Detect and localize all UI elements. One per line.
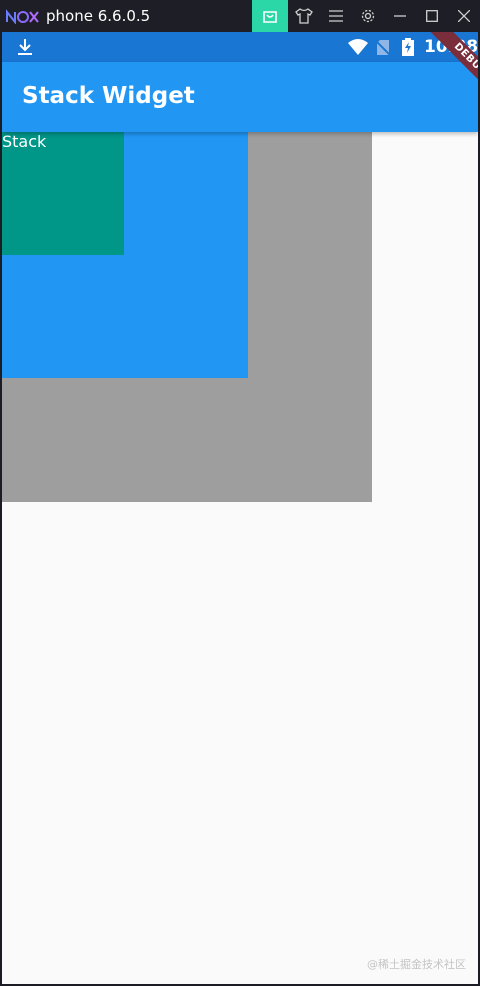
- status-clock: 10:38: [424, 37, 478, 57]
- nox-logo-icon: [6, 9, 39, 24]
- gear-icon: [361, 9, 375, 23]
- menu-button[interactable]: [320, 0, 352, 32]
- app-bar: Stack Widget: [2, 62, 478, 132]
- store-button[interactable]: [252, 0, 288, 32]
- page-title: Stack Widget: [22, 83, 195, 109]
- emulator-titlebar: phone 6.6.0.5: [0, 0, 480, 32]
- download-icon: [18, 39, 32, 55]
- menu-icon: [329, 10, 343, 22]
- emulator-window: phone 6.6.0.5 10:38 Stack Widget DEBUG S…: [0, 0, 480, 986]
- battery-charging-icon: [402, 38, 414, 56]
- minimize-button[interactable]: [384, 0, 416, 32]
- watermark: @稀土掘金技术社区: [367, 958, 466, 971]
- store-icon: [263, 11, 277, 23]
- phone-screen: 10:38 Stack Widget DEBUG Stack @稀土掘金技术社区: [2, 32, 478, 984]
- maximize-button[interactable]: [416, 0, 448, 32]
- close-button[interactable]: [448, 0, 480, 32]
- stack-label: Stack: [2, 132, 47, 151]
- theme-button[interactable]: [288, 0, 320, 32]
- maximize-icon: [426, 10, 438, 22]
- stack-widget: Stack: [2, 132, 372, 502]
- wifi-icon: [348, 39, 368, 55]
- status-bar: 10:38: [2, 32, 478, 62]
- close-icon: [458, 10, 470, 22]
- shirt-icon: [295, 8, 313, 24]
- no-sim-icon: [376, 40, 390, 56]
- minimize-icon: [394, 15, 406, 17]
- settings-button[interactable]: [352, 0, 384, 32]
- emulator-title: phone 6.6.0.5: [46, 7, 151, 25]
